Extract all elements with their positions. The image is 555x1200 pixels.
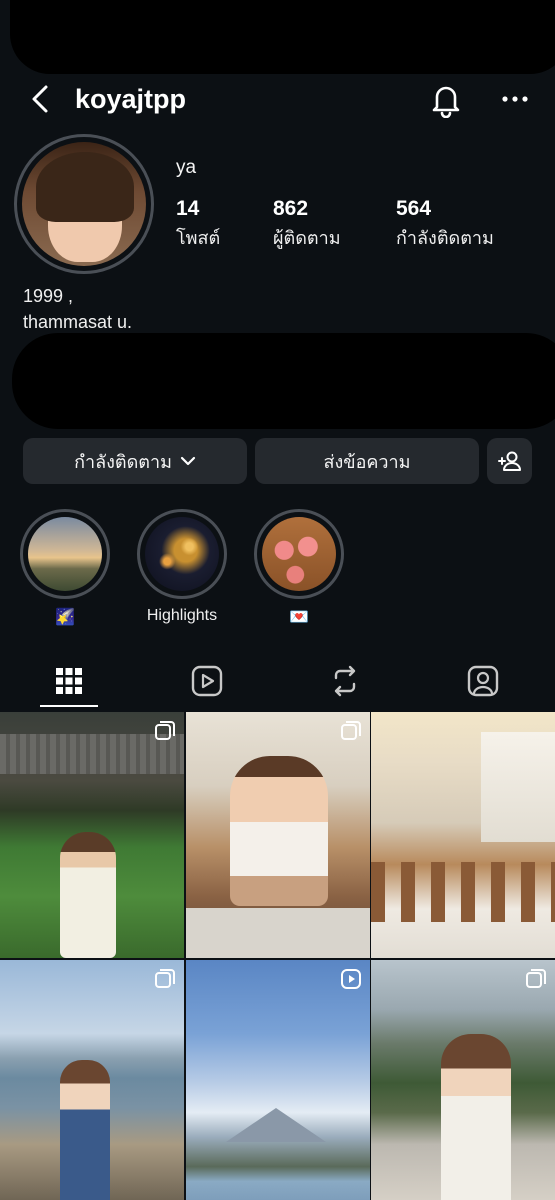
display-name: ya: [176, 157, 197, 178]
stat-following-label: กำลังติดตาม: [396, 228, 494, 248]
bio-line-1: 1999 ,: [23, 286, 74, 306]
post-image-person: [230, 756, 328, 906]
post-thumbnail[interactable]: [186, 960, 370, 1200]
reels-icon: [341, 969, 361, 989]
message-button[interactable]: ส่งข้อความ: [255, 438, 479, 484]
more-options-button[interactable]: [498, 86, 532, 112]
add-person-icon: [497, 451, 521, 471]
post-thumbnail[interactable]: [186, 712, 370, 958]
repost-icon: [334, 665, 356, 697]
highlight-label: 💌: [289, 609, 309, 626]
post-image-chairs: [371, 862, 555, 922]
post-image-window: [481, 732, 555, 842]
grid-icon: [56, 668, 82, 694]
highlight-label: Highlights: [146, 607, 218, 624]
post-image-person: [60, 1060, 110, 1200]
stat-following[interactable]: 564 กำลังติดตาม: [396, 197, 494, 252]
suggest-users-button[interactable]: [487, 438, 532, 484]
carousel-icon: [155, 969, 175, 988]
profile-username: koyajtpp: [75, 84, 187, 114]
following-button-label: กำลังติดตาม: [74, 451, 172, 472]
bio-line-2: thammasat u.: [23, 312, 133, 332]
post-image-mountain: [226, 1108, 326, 1142]
following-button[interactable]: กำลังติดตาม: [23, 438, 247, 484]
carousel-icon: [526, 969, 546, 988]
highlight-cover-hearts: [262, 517, 336, 591]
tab-posts-grid[interactable]: [0, 655, 138, 707]
chevron-left-icon: [32, 85, 48, 113]
stat-followers[interactable]: 862 ผู้ติดตาม: [273, 197, 341, 252]
back-button[interactable]: [24, 82, 56, 116]
carousel-icon: [341, 721, 361, 740]
stat-following-value: 564: [396, 197, 432, 220]
post-image-table: [186, 908, 370, 958]
highlight-label: 🌠: [55, 609, 75, 626]
post-image-person: [60, 832, 116, 958]
chevron-down-icon: [180, 456, 196, 466]
avatar: [22, 142, 146, 266]
carousel-icon: [155, 721, 175, 740]
post-thumbnail[interactable]: [0, 960, 184, 1200]
tab-tagged[interactable]: [414, 655, 552, 707]
more-horizontal-icon: [502, 96, 528, 102]
profile-avatar-ring[interactable]: [14, 134, 154, 274]
stat-posts[interactable]: 14 โพสต์: [176, 197, 220, 252]
highlight-item[interactable]: 🌠: [19, 509, 111, 627]
tab-reels[interactable]: [138, 655, 276, 707]
highlight-ring: [20, 509, 110, 599]
post-thumbnail[interactable]: [371, 712, 555, 958]
message-button-label: ส่งข้อความ: [323, 451, 411, 472]
top-bar: koyajtpp: [0, 78, 555, 122]
stat-posts-value: 14: [176, 197, 200, 220]
tagged-icon: [467, 665, 499, 697]
tab-reposts[interactable]: [276, 655, 414, 707]
redacted-bio-area: [12, 333, 555, 429]
highlight-cover-fireworks: [145, 517, 219, 591]
post-thumbnail[interactable]: [0, 712, 184, 958]
highlight-ring: [137, 509, 227, 599]
active-tab-indicator: [40, 705, 98, 707]
stat-posts-label: โพสต์: [176, 228, 221, 248]
profile-tabs: [0, 655, 555, 707]
highlight-ring: [254, 509, 344, 599]
highlight-cover-sunset: [28, 517, 102, 591]
bell-icon: [432, 86, 460, 119]
reels-icon: [191, 665, 223, 697]
stat-followers-value: 862: [273, 197, 309, 220]
post-thumbnail[interactable]: [371, 960, 555, 1200]
stat-followers-label: ผู้ติดตาม: [273, 228, 341, 248]
highlight-item[interactable]: 💌: [253, 509, 345, 627]
post-image-person: [441, 1034, 511, 1200]
redacted-status-area: [10, 0, 555, 74]
post-image: [186, 960, 370, 1200]
highlight-item[interactable]: Highlights: [136, 509, 228, 627]
notifications-button[interactable]: [428, 80, 464, 119]
